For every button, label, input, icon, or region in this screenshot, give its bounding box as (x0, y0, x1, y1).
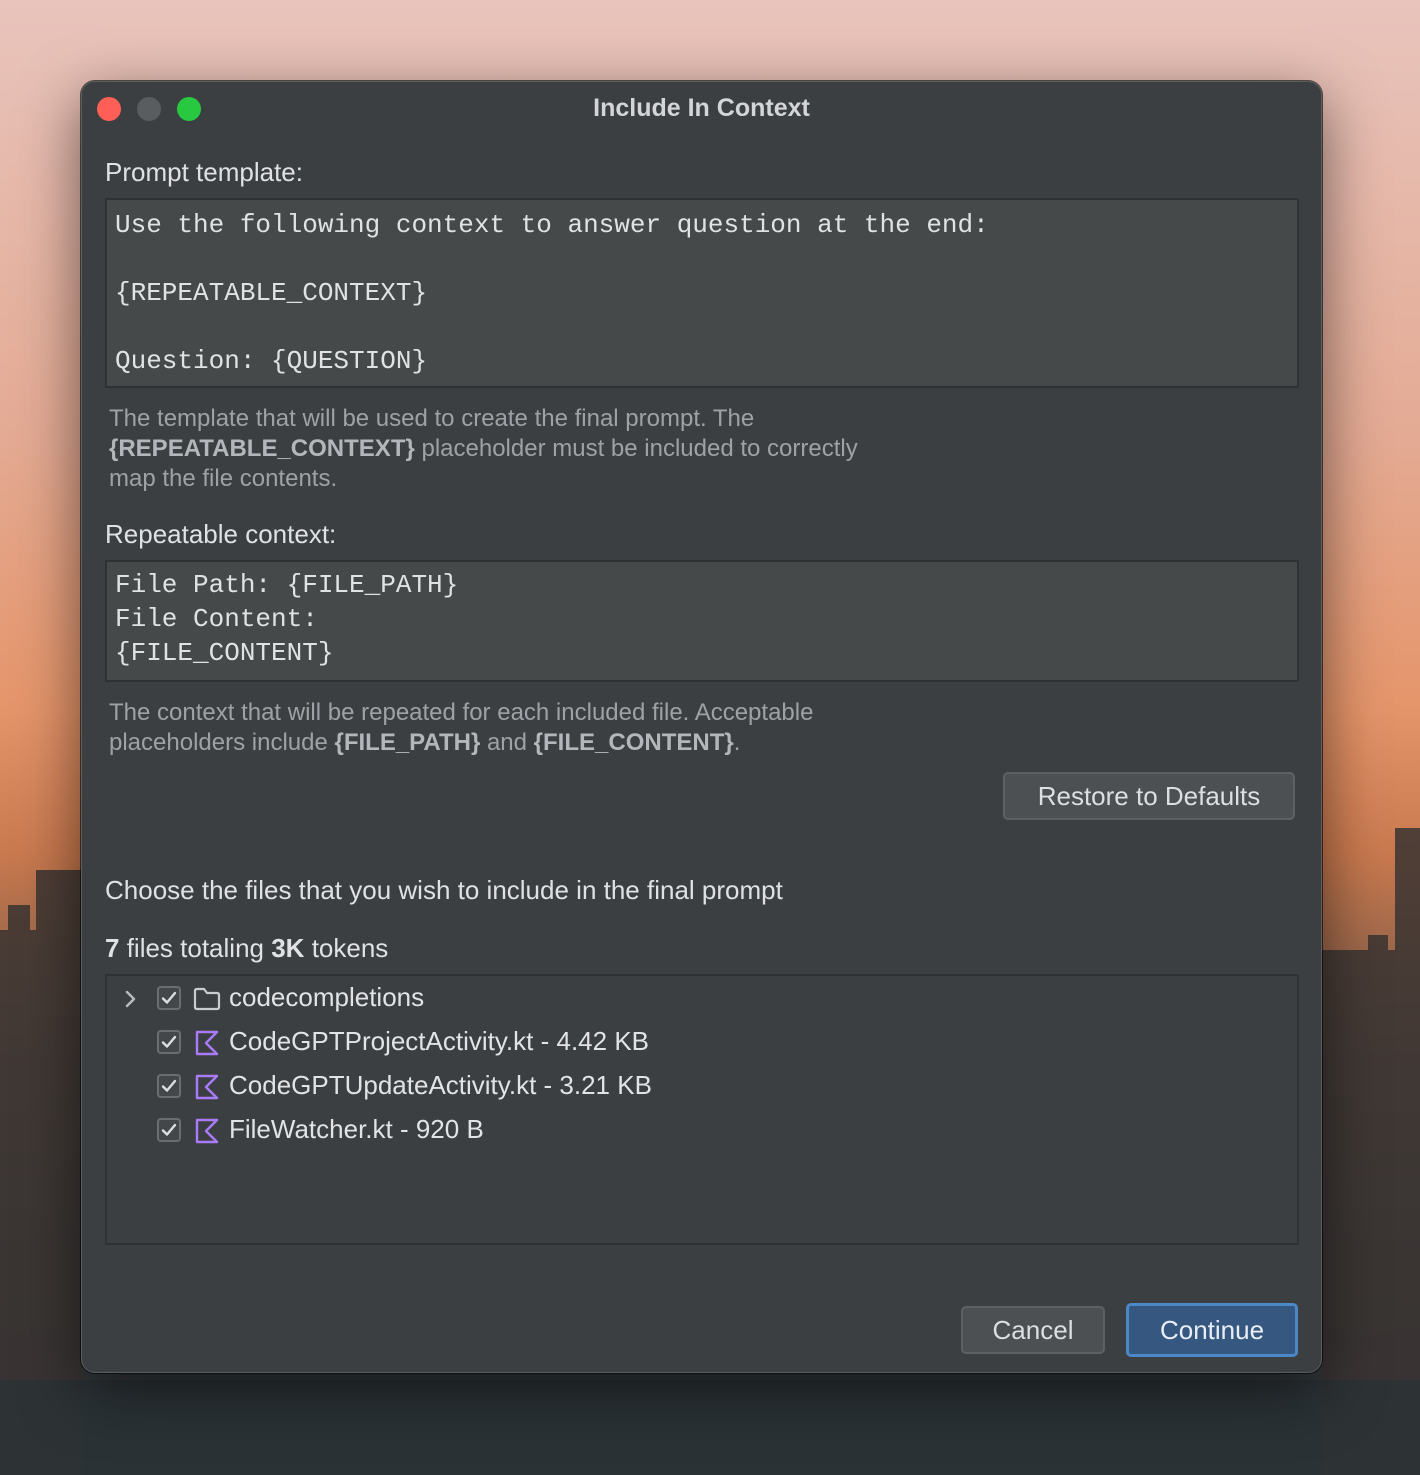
dialog-title: Include In Context (593, 94, 810, 122)
kotlin-file-icon (195, 1030, 219, 1056)
prompt-template-line (115, 242, 1289, 276)
kotlin-file-icon (195, 1074, 219, 1100)
file-tree: codecompletions CodeGPTProjectActivity.k… (105, 974, 1299, 1245)
prompt-template-line (115, 310, 1289, 344)
hint-text: The context that will be repeated for ea… (109, 699, 814, 726)
file-checkbox[interactable] (157, 1074, 181, 1098)
hint-text: map the file contents. (109, 465, 338, 492)
checkmark-icon (161, 1035, 177, 1048)
continue-button[interactable]: Continue (1126, 1303, 1298, 1357)
file-checkbox[interactable] (157, 1118, 181, 1142)
hint-placeholder: {FILE_PATH} (334, 729, 481, 756)
tree-row-file[interactable]: CodeGPTProjectActivity.kt - 4.42 KB (107, 1024, 1297, 1064)
tree-row-folder[interactable]: codecompletions (107, 980, 1297, 1020)
files-count: 7 (105, 933, 120, 963)
file-name: codecompletions (229, 982, 425, 1012)
hint-text: and (480, 729, 534, 756)
prompt-template-label: Prompt template: (105, 157, 303, 187)
kotlin-file-icon (195, 1118, 219, 1144)
checkmark-icon (161, 1123, 177, 1136)
repeatable-context-textarea[interactable]: File Path: {FILE_PATH} File Content: {FI… (105, 560, 1299, 682)
files-heading: Choose the files that you wish to includ… (105, 875, 783, 905)
file-checkbox[interactable] (157, 1030, 181, 1054)
tree-row-file[interactable]: CodeGPTUpdateActivity.kt - 3.21 KB (107, 1068, 1297, 1108)
hint-placeholder: {REPEATABLE_CONTEXT} (109, 435, 415, 462)
hint-text: The template that will be used to create… (109, 405, 755, 432)
prompt-template-line: Use the following context to answer ques… (115, 210, 989, 240)
hint-text: . (733, 729, 741, 756)
file-name: CodeGPTUpdateActivity.kt - 3.21 KB (229, 1070, 652, 1100)
folder-icon (193, 987, 221, 1011)
include-in-context-dialog: Include In Context Prompt template: Use … (81, 81, 1322, 1373)
files-summary-text: tokens (304, 933, 389, 963)
restore-defaults-button[interactable]: Restore to Defaults (1003, 772, 1295, 820)
prompt-template-line: {REPEATABLE_CONTEXT} (115, 278, 428, 308)
files-summary-text: files totaling (119, 933, 272, 963)
prompt-template-hint: The template that will be used to create… (109, 404, 909, 494)
title-bar: Include In Context (82, 82, 1321, 138)
files-tokens: 3K (271, 933, 305, 963)
checkmark-icon (161, 1079, 177, 1092)
file-name: FileWatcher.kt - 920 B (229, 1114, 484, 1144)
repeatable-context-label: Repeatable context: (105, 519, 337, 549)
repeatable-context-line: File Content: (115, 604, 318, 634)
chevron-right-icon[interactable] (121, 986, 141, 1012)
hint-text: placeholder must be included to correctl… (414, 435, 858, 462)
cancel-button[interactable]: Cancel (961, 1306, 1105, 1354)
prompt-template-line: Question: {QUESTION} (115, 346, 428, 376)
checkmark-icon (161, 991, 177, 1004)
file-name: CodeGPTProjectActivity.kt - 4.42 KB (229, 1026, 649, 1056)
hint-placeholder: {FILE_CONTENT} (533, 729, 734, 756)
tree-row-file[interactable]: FileWatcher.kt - 920 B (107, 1112, 1297, 1152)
files-summary: 7 files totaling 3K tokens (105, 933, 388, 964)
hint-text: placeholders include (109, 729, 335, 756)
repeatable-context-line: File Path: {FILE_PATH} (115, 570, 459, 600)
prompt-template-textarea[interactable]: Use the following context to answer ques… (105, 198, 1299, 388)
file-checkbox[interactable] (157, 986, 181, 1010)
repeatable-context-hint: The context that will be repeated for ea… (109, 698, 909, 758)
repeatable-context-line: {FILE_CONTENT} (115, 638, 334, 668)
